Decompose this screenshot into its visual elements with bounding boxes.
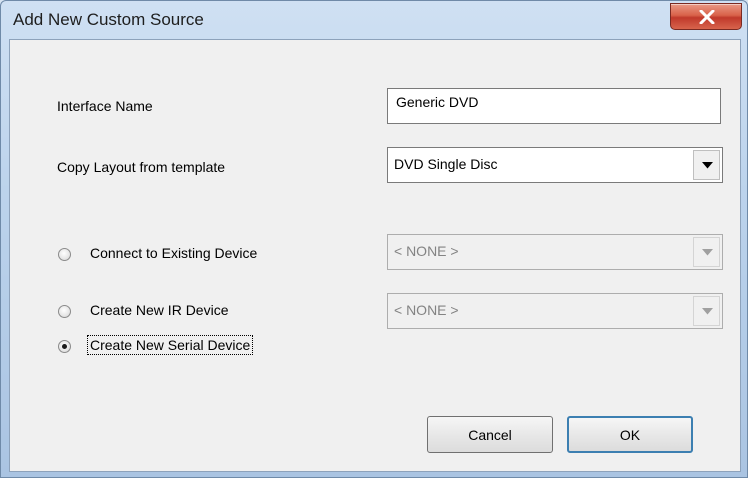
existing-device-selected: < NONE >	[394, 243, 459, 259]
radio-connect-existing-device[interactable]	[58, 248, 71, 261]
create-serial-device-label[interactable]: Create New Serial Device	[87, 335, 254, 355]
close-button[interactable]	[670, 3, 742, 30]
ir-device-selected: < NONE >	[394, 302, 459, 318]
ir-device-dropdown: < NONE >	[387, 293, 723, 329]
chevron-down-icon	[702, 162, 713, 169]
close-icon	[699, 10, 715, 24]
radio-create-ir-device[interactable]	[58, 305, 71, 318]
dialog-content: Interface Name Generic DVD Copy Layout f…	[9, 39, 741, 472]
interface-name-label: Interface Name	[57, 98, 153, 114]
ok-button[interactable]: OK	[567, 416, 693, 453]
create-ir-device-label[interactable]: Create New IR Device	[90, 302, 229, 318]
title-bar[interactable]: Add New Custom Source	[1, 1, 747, 37]
copy-layout-selected: DVD Single Disc	[394, 156, 498, 172]
window-title: Add New Custom Source	[13, 10, 204, 29]
copy-layout-label: Copy Layout from template	[57, 159, 226, 175]
chevron-down-icon	[702, 249, 713, 256]
interface-name-input[interactable]: Generic DVD	[387, 88, 721, 124]
copy-layout-dropdown[interactable]: DVD Single Disc	[387, 147, 723, 183]
connect-existing-device-label[interactable]: Connect to Existing Device	[90, 245, 257, 261]
existing-device-arrow-button	[693, 237, 720, 267]
radio-create-serial-device[interactable]	[58, 340, 71, 353]
existing-device-dropdown: < NONE >	[387, 234, 723, 270]
radio-selected-dot	[62, 344, 67, 349]
copy-layout-arrow-button[interactable]	[693, 150, 720, 180]
dialog-window: Add New Custom Source Interface Name Gen…	[0, 0, 748, 478]
cancel-button[interactable]: Cancel	[427, 416, 553, 453]
ir-device-arrow-button	[693, 296, 720, 326]
chevron-down-icon	[702, 308, 713, 315]
